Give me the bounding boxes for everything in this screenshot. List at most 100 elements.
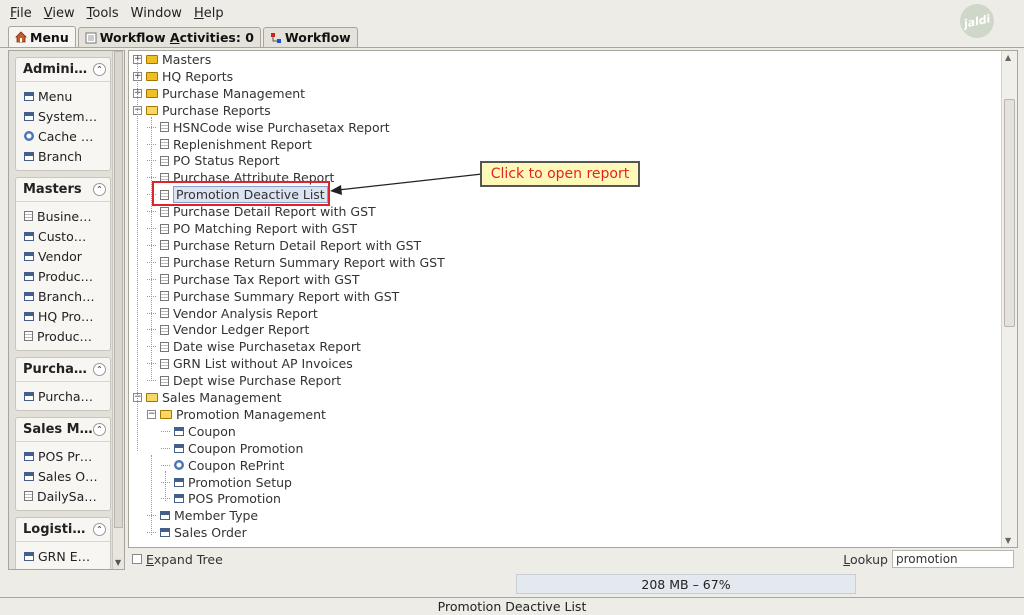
tree-item-label: Replenishment Report [173, 136, 312, 152]
tree-folder[interactable]: − Sales Management [133, 389, 282, 406]
menu-item-1[interactable]: View [38, 6, 81, 21]
tree-scroll-thumb[interactable] [1004, 99, 1015, 327]
sidebar-item[interactable]: Produc… [16, 266, 110, 286]
sidebar-group-header[interactable]: Purcha… ⌃ [16, 358, 110, 382]
sidebar-item[interactable]: Menu [16, 86, 110, 106]
menu-item-0[interactable]: File [4, 6, 38, 21]
tree-item[interactable]: Date wise Purchasetax Report [147, 338, 361, 355]
tree-item[interactable]: Purchase Return Summary Report with GST [147, 254, 445, 271]
tree-item[interactable]: Coupon [161, 423, 236, 440]
sidebar-item[interactable]: System… [16, 106, 110, 126]
sidebar-item[interactable]: Vendor [16, 246, 110, 266]
sidebar-item-label: Branch… [38, 288, 95, 304]
collapse-icon[interactable]: ⌃ [93, 523, 106, 536]
report-icon [160, 206, 169, 217]
tree-item-label: Coupon Promotion [188, 440, 304, 456]
tree-item[interactable]: Vendor Ledger Report [147, 321, 309, 338]
expand-tree-checkbox[interactable] [132, 554, 142, 564]
expand-tree-label: Expand Tree [146, 551, 223, 567]
menu-item-2[interactable]: Tools [81, 6, 125, 21]
tree-item[interactable]: Sales Order [147, 524, 247, 541]
tree-item[interactable]: Coupon RePrint [161, 457, 284, 474]
expand-tree-toggle[interactable]: Expand Tree [132, 552, 223, 567]
sidebar-scroll-thumb[interactable] [114, 51, 123, 528]
window-icon [24, 271, 34, 281]
collapse-icon[interactable]: ⌃ [93, 63, 106, 76]
sidebar-group-header[interactable]: Logisti… ⌃ [16, 518, 110, 542]
window-icon [24, 111, 34, 121]
memory-indicator[interactable]: 208 MB – 67% [516, 574, 856, 594]
sidebar-item[interactable]: GRN E… [16, 546, 110, 566]
tree-item[interactable]: Replenishment Report [147, 136, 312, 153]
menu-bar: File View Tools Window Help [0, 0, 1024, 26]
sidebar-group: Logisti… ⌃ GRN E… [15, 517, 111, 569]
scroll-down-icon[interactable]: ▼ [1005, 536, 1011, 545]
tree-item[interactable]: Purchase Summary Report with GST [147, 288, 399, 305]
lookup: Lookup [843, 550, 1014, 568]
sidebar-item[interactable]: Produc… [16, 326, 110, 346]
scroll-up-icon[interactable]: ▲ [1005, 53, 1011, 62]
tree-item[interactable]: Purchase Return Detail Report with GST [147, 237, 421, 254]
tree-item[interactable]: Coupon Promotion [161, 440, 303, 457]
tree-item[interactable]: Dept wise Purchase Report [147, 372, 341, 389]
sidebar-item[interactable]: Busine… [16, 206, 110, 226]
menu-tree-panel: + Masters + HQ Reports + Purchase Management −… [128, 50, 1018, 548]
sidebar-item[interactable]: POS Pr… [16, 446, 110, 466]
tree-item-label: POS Promotion [188, 491, 281, 507]
report-icon [160, 155, 169, 166]
tree-folder[interactable]: − Promotion Management [147, 406, 326, 423]
tree-item[interactable]: PO Matching Report with GST [147, 220, 357, 237]
tree-folder[interactable]: + Masters [133, 51, 211, 68]
tree-item-label: Promotion Management [176, 406, 326, 422]
menu-item-3[interactable]: Window [125, 6, 188, 21]
tree-item[interactable]: Vendor Analysis Report [147, 305, 318, 322]
tab-menu[interactable]: Menu [8, 26, 76, 47]
sidebar-item-label: POS Pr… [38, 448, 93, 464]
tree-item[interactable]: PO Status Report [147, 152, 280, 169]
collapse-icon[interactable]: ⌃ [93, 423, 106, 436]
tree-scrollbar[interactable]: ▲ ▼ [1001, 51, 1017, 547]
tab-workflow-activities-label: Workflow Activities: 0 [99, 30, 254, 45]
sidebar-group: Masters ⌃ Busine… Custo… Vendor Produc… Branch… [15, 177, 111, 351]
scroll-down-icon[interactable]: ▼ [115, 558, 121, 567]
report-icon [160, 223, 169, 234]
tree-item-label: Sales Management [162, 390, 282, 405]
tab-workflow[interactable]: Workflow [262, 27, 358, 47]
sidebar-item-label: Sales O… [38, 468, 98, 484]
sidebar-item[interactable]: DailySa… [16, 486, 110, 506]
tree-item[interactable]: Member Type [147, 507, 258, 524]
status-bar: Promotion Deactive List [0, 597, 1024, 615]
sidebar-group-title: Logisti… [23, 522, 86, 537]
collapse-icon[interactable]: ⌃ [93, 183, 106, 196]
tree-item[interactable]: GRN List without AP Invoices [147, 355, 353, 372]
sidebar-item[interactable]: Purcha… [16, 386, 110, 406]
tree-item[interactable]: Purchase Tax Report with GST [147, 271, 360, 288]
sidebar-item[interactable]: Branch… [16, 286, 110, 306]
tree-item-label: Masters [162, 52, 212, 67]
sidebar-item[interactable]: Cache … [16, 126, 110, 146]
lookup-input[interactable] [892, 550, 1014, 568]
sidebar-group-header[interactable]: Masters ⌃ [16, 178, 110, 202]
sidebar-item[interactable]: HQ Pro… [16, 306, 110, 326]
tree-item-label: Purchase Summary Report with GST [173, 288, 400, 304]
tab-workflow-activities[interactable]: Workflow Activities: 0 [77, 27, 261, 47]
sidebar-group-title: Admini… [23, 62, 88, 77]
sidebar-group-header[interactable]: Sales M… ⌃ [16, 418, 110, 442]
tree-item-label: Purchase Management [162, 85, 306, 101]
menu-item-4[interactable]: Help [188, 6, 230, 21]
collapse-icon[interactable]: ⌃ [93, 363, 106, 376]
sidebar-scrollbar[interactable]: ▼ [112, 51, 124, 569]
sidebar-item[interactable]: Branch [16, 146, 110, 166]
tree-item[interactable]: POS Promotion [161, 490, 281, 507]
window-icon [24, 391, 34, 401]
sidebar-item[interactable]: Custo… [16, 226, 110, 246]
sidebar-group-header[interactable]: Admini… ⌃ [16, 58, 110, 82]
folder-icon [146, 88, 158, 98]
tree-folder[interactable]: + HQ Reports [133, 68, 233, 85]
tree-folder[interactable]: + Purchase Management [133, 85, 305, 102]
sidebar-item[interactable]: Sales O… [16, 466, 110, 486]
collapse-icon[interactable]: − [147, 409, 156, 419]
tree-item[interactable]: HSNCode wise Purchasetax Report [147, 119, 390, 136]
tree-folder[interactable]: − Purchase Reports [133, 102, 271, 119]
tree-item[interactable]: Promotion Setup [161, 474, 292, 491]
